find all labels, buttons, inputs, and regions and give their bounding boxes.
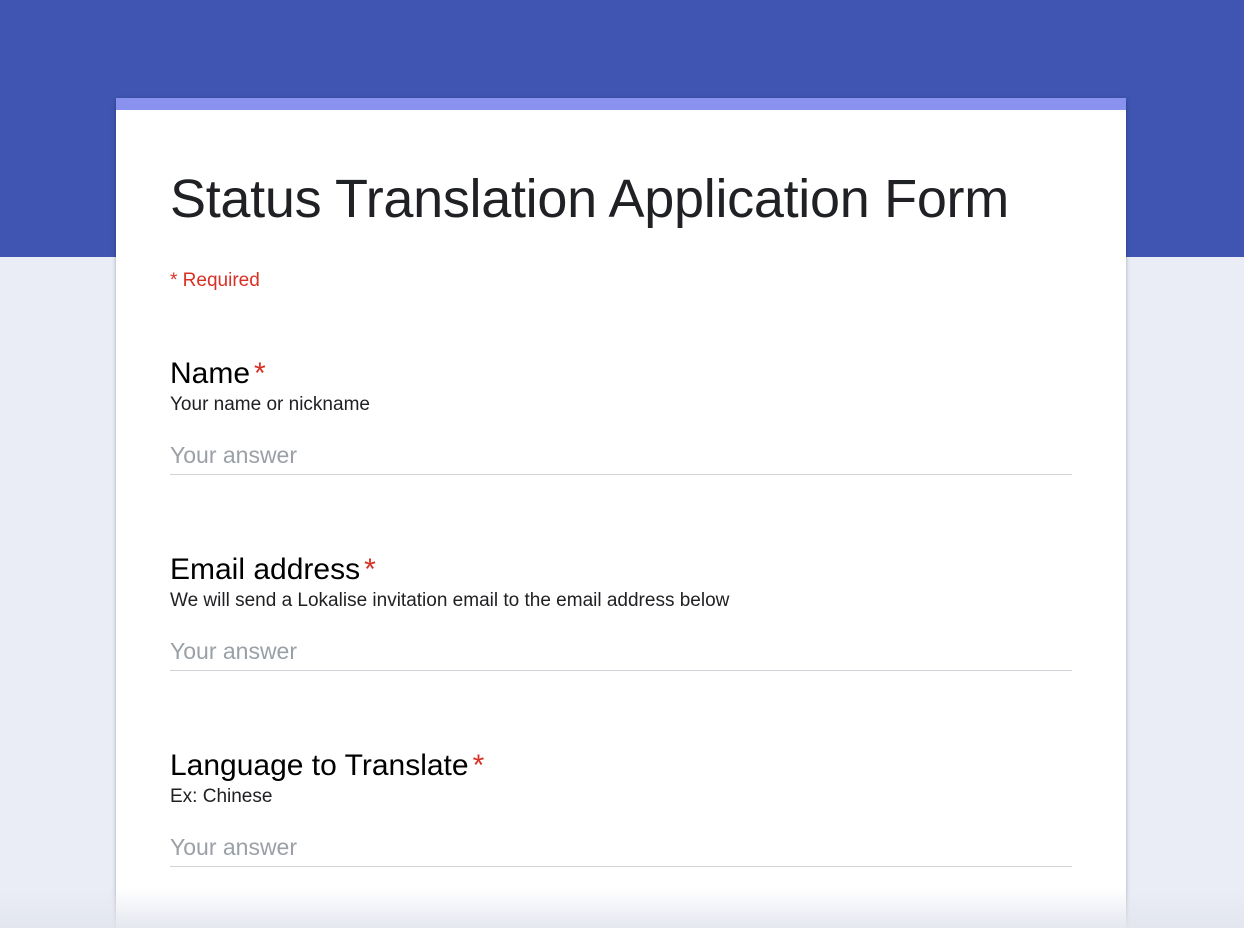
question-description: We will send a Lokalise invitation email… bbox=[170, 590, 730, 611]
form-title: Status Translation Application Form bbox=[170, 169, 1009, 229]
question-title-text: Email address bbox=[170, 553, 361, 586]
question-title: Email address * bbox=[170, 552, 1072, 588]
name-input[interactable] bbox=[170, 443, 1072, 475]
email-input[interactable] bbox=[170, 639, 1072, 671]
form-card: Status Translation Application Form * Re… bbox=[116, 98, 1126, 928]
question-language: Language to Translate * Ex: Chinese bbox=[170, 748, 1072, 867]
question-description: Ex: Chinese bbox=[170, 786, 273, 807]
question-title: Name * bbox=[170, 356, 1072, 392]
required-asterisk: * bbox=[254, 357, 266, 390]
required-note: * Required bbox=[170, 270, 260, 291]
language-input[interactable] bbox=[170, 835, 1072, 867]
required-asterisk: * bbox=[472, 749, 485, 782]
question-name: Name * Your name or nickname bbox=[170, 356, 1072, 475]
question-title-text: Name bbox=[170, 357, 251, 390]
required-asterisk: * bbox=[364, 553, 376, 586]
question-title-text: Language to Translate bbox=[170, 749, 469, 782]
question-title: Language to Translate * bbox=[170, 748, 1072, 784]
question-description: Your name or nickname bbox=[170, 394, 370, 415]
card-accent-bar bbox=[116, 98, 1126, 110]
question-email: Email address * We will send a Lokalise i… bbox=[170, 552, 1072, 671]
